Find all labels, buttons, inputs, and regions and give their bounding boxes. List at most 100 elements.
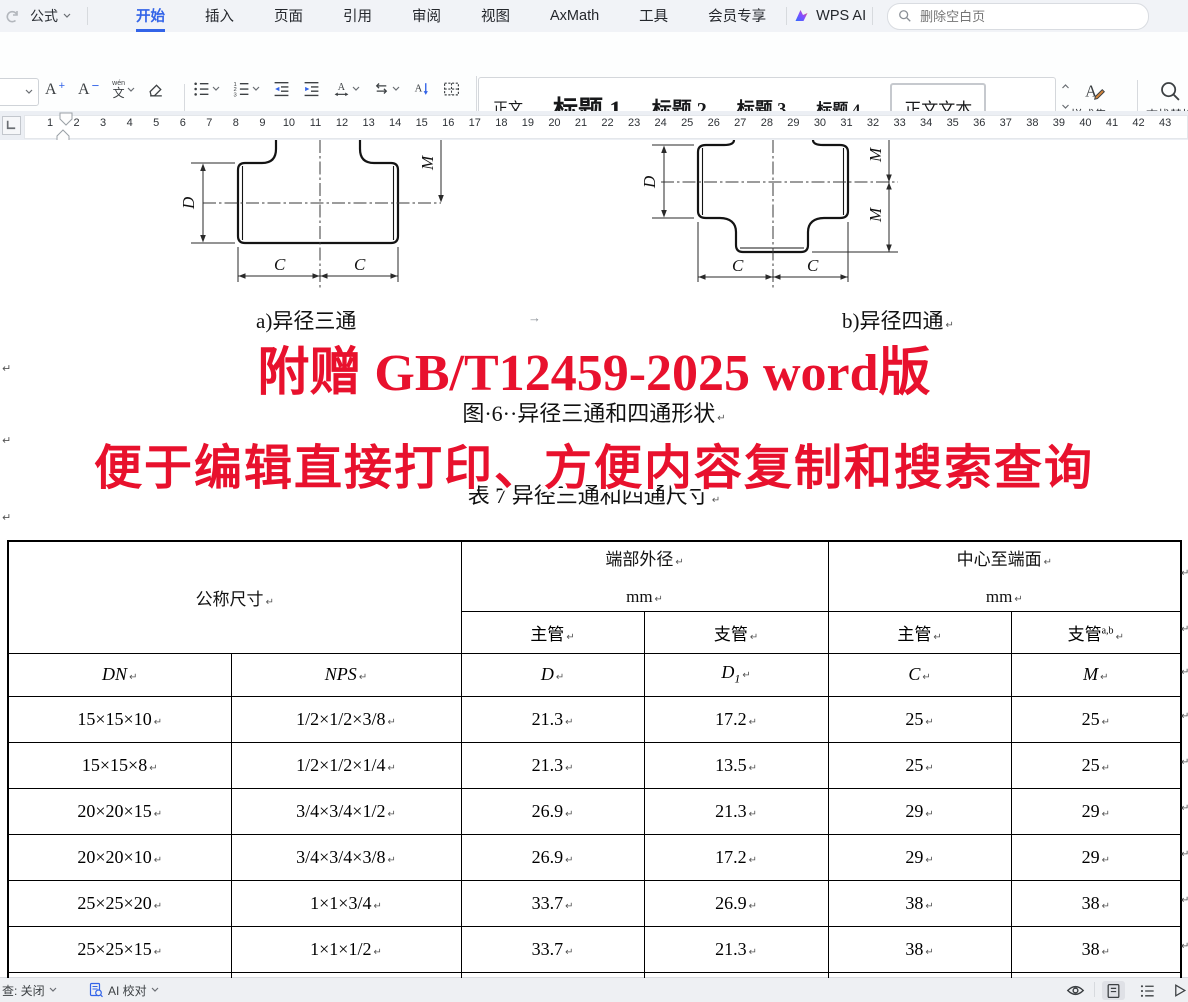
char-scale-button[interactable]: A bbox=[330, 78, 363, 99]
font-decrease-button[interactable]: A− bbox=[75, 80, 102, 100]
table-cell: 25×25×20↵ bbox=[8, 880, 231, 926]
table-cell: 25↵ bbox=[1011, 696, 1181, 742]
decrease-indent-button[interactable] bbox=[270, 78, 293, 99]
ruler-number: 14 bbox=[389, 117, 401, 129]
ruler-number: 28 bbox=[761, 117, 773, 129]
pinyin-guide-button[interactable]: wén 文 bbox=[109, 78, 138, 101]
svg-text:3: 3 bbox=[234, 92, 237, 97]
ruler-number: 22 bbox=[601, 117, 613, 129]
ribbon-toolbar: A+ A− wén 文 bbox=[0, 32, 1188, 112]
tab-引用[interactable]: 引用 bbox=[343, 0, 372, 32]
ruler-number: 35 bbox=[947, 117, 959, 129]
search-icon bbox=[898, 9, 912, 23]
wps-window: 公式 开始 插入 页面 引用 审阅 视图 AxMath 工具 会员专享 WPS AI bbox=[0, 0, 1188, 1002]
divider bbox=[872, 7, 873, 25]
table-cell: 17.2↵ bbox=[644, 834, 828, 880]
tab-format-mark: → bbox=[528, 310, 541, 325]
table-cell: 21.3↵ bbox=[461, 696, 644, 742]
text-direction-button[interactable] bbox=[370, 78, 403, 99]
dashed-table-icon bbox=[443, 80, 460, 97]
table-cell: 29↵ bbox=[1011, 788, 1181, 834]
sort-button[interactable]: A bbox=[410, 78, 433, 99]
eye-protection-button[interactable] bbox=[1066, 978, 1085, 1002]
tab-会员专享[interactable]: 会员专享 bbox=[708, 0, 766, 32]
font-increase-button[interactable]: A+ bbox=[42, 80, 68, 100]
ruler-number: 25 bbox=[681, 117, 693, 129]
numbered-list-button[interactable]: 1 2 3 bbox=[230, 78, 263, 99]
table-cell: 38↵ bbox=[1011, 880, 1181, 926]
font-size-select[interactable] bbox=[0, 78, 39, 106]
svg-text:C: C bbox=[732, 256, 744, 275]
style-set-icon: A bbox=[1083, 80, 1105, 102]
wps-ai-logo bbox=[793, 8, 810, 24]
ruler-number: 41 bbox=[1106, 117, 1118, 129]
ruler-number: 16 bbox=[442, 117, 454, 129]
ruler-number: 20 bbox=[548, 117, 560, 129]
ai-proofread-button[interactable]: AI 校对 bbox=[88, 978, 159, 1002]
dimensions-table[interactable]: 公称尺寸↵端部外径↵mm↵中心至端面↵mm↵主管↵支管↵主管↵支管a,b↵DN↵… bbox=[7, 540, 1182, 978]
chevron-down-icon bbox=[127, 87, 135, 93]
svg-text:M: M bbox=[866, 207, 885, 223]
ruler-number: 21 bbox=[575, 117, 587, 129]
tab-审阅[interactable]: 审阅 bbox=[412, 0, 441, 32]
ruler-number: 32 bbox=[867, 117, 879, 129]
ruler-number: 31 bbox=[840, 117, 852, 129]
command-search[interactable] bbox=[887, 3, 1149, 30]
ribbon-tab-list: 开始 插入 页面 引用 审阅 视图 AxMath 工具 会员专享 bbox=[136, 0, 766, 32]
table-cell: 26.9↵ bbox=[644, 880, 828, 926]
row-end-mark: ↵ bbox=[1181, 803, 1188, 814]
table-cell: 29↵ bbox=[828, 788, 1011, 834]
search-input[interactable] bbox=[918, 8, 1102, 25]
bullet-list-button[interactable] bbox=[190, 78, 223, 99]
document-page[interactable]: D M C C D bbox=[0, 140, 1188, 978]
ruler-number: 39 bbox=[1053, 117, 1065, 129]
chevron-down-icon bbox=[49, 987, 57, 993]
tab-工具[interactable]: 工具 bbox=[639, 0, 668, 32]
table-cell: 21.3↵ bbox=[644, 788, 828, 834]
tab-页面[interactable]: 页面 bbox=[274, 0, 303, 32]
wps-ai-button[interactable]: WPS AI bbox=[793, 0, 866, 32]
formula-menu[interactable]: 公式 bbox=[26, 6, 75, 26]
tab-AxMath[interactable]: AxMath bbox=[550, 0, 599, 32]
increase-indent-button[interactable] bbox=[300, 78, 323, 99]
chevron-down-icon bbox=[392, 86, 400, 92]
table-row: 25×25×15↵1×1×1/2↵33.7↵21.3↵38↵38↵ bbox=[8, 926, 1181, 972]
margin-paragraph-mark: ↵ bbox=[2, 434, 11, 447]
tab-视图[interactable]: 视图 bbox=[481, 0, 510, 32]
divider bbox=[87, 7, 88, 25]
table-cell: 38↵ bbox=[828, 880, 1011, 926]
chevron-down-icon bbox=[63, 13, 71, 19]
reducing-cross-drawing: D M M C C bbox=[616, 140, 916, 320]
ruler-number: 7 bbox=[206, 117, 212, 129]
redo-icon[interactable] bbox=[4, 8, 20, 24]
indent-icon bbox=[303, 80, 320, 97]
clear-format-button[interactable] bbox=[145, 79, 168, 100]
ruler-number: 5 bbox=[153, 117, 159, 129]
spellcheck-status[interactable]: 查: 关闭 bbox=[2, 978, 57, 1002]
table-cell: 33.7↵ bbox=[461, 880, 644, 926]
ruler-number: 26 bbox=[708, 117, 720, 129]
ruler-number: 18 bbox=[495, 117, 507, 129]
top-tab-bar: 公式 开始 插入 页面 引用 审阅 视图 AxMath 工具 会员专享 WPS AI bbox=[0, 0, 1188, 33]
page-view-button[interactable] bbox=[1102, 978, 1125, 1002]
ai-proofread-label: AI 校对 bbox=[108, 982, 147, 999]
bullet-list-icon bbox=[193, 80, 210, 97]
table-cell: 25↵ bbox=[1011, 742, 1181, 788]
svg-text:C: C bbox=[274, 255, 286, 274]
table-row: 25×25×20↵1×1×3/4↵33.7↵26.9↵38↵38↵ bbox=[8, 880, 1181, 926]
text-to-table-button[interactable] bbox=[440, 78, 463, 99]
header-group-2: 中心至端面↵mm↵ bbox=[828, 541, 1181, 611]
table-cell: 1/2×1/2×1/4↵ bbox=[231, 742, 461, 788]
status-bar: 查: 关闭 AI 校对 bbox=[0, 977, 1188, 1002]
horizontal-ruler[interactable]: 1234567891011121314151617181920212223242… bbox=[0, 111, 1188, 140]
play-icon bbox=[1171, 982, 1188, 999]
table-cell: 17.2↵ bbox=[644, 696, 828, 742]
chevron-down-icon bbox=[151, 987, 159, 993]
formula-menu-label: 公式 bbox=[30, 6, 58, 26]
ruler-number: 40 bbox=[1079, 117, 1091, 129]
tab-开始[interactable]: 开始 bbox=[136, 0, 165, 32]
tab-插入[interactable]: 插入 bbox=[205, 0, 234, 32]
spellcheck-label: 查: 关闭 bbox=[2, 982, 45, 999]
fullscreen-play-button[interactable] bbox=[1168, 978, 1188, 1002]
outline-view-button[interactable] bbox=[1136, 978, 1159, 1002]
